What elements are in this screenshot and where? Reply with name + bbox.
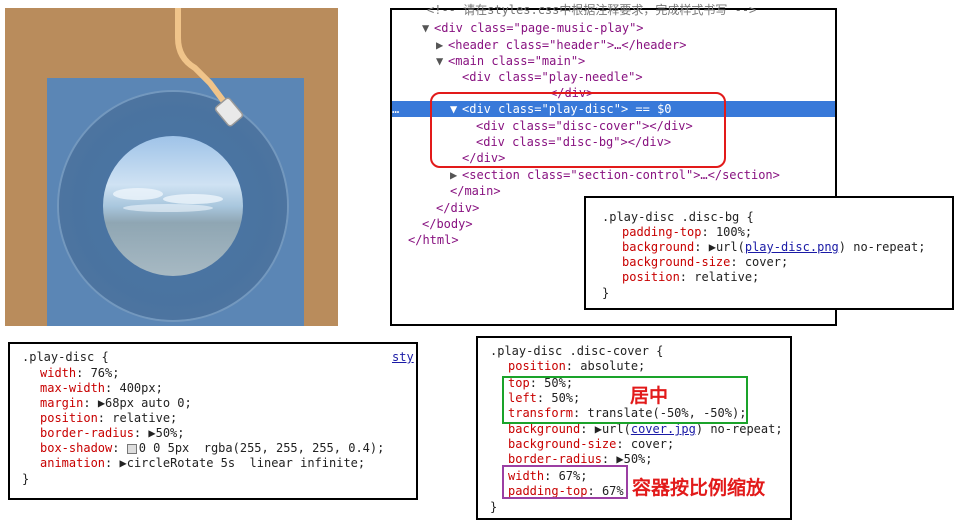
- expand-triangle-icon[interactable]: ▶: [98, 396, 105, 410]
- css-prop-value: absolute;: [580, 359, 646, 373]
- dom-tag-text: </main>: [450, 184, 501, 198]
- center-annotation-box: [502, 376, 748, 424]
- css-prop-line[interactable]: background: ▶url(play-disc.png) no-repea…: [622, 240, 925, 255]
- css-rule-disc-bg: .play-disc .disc-bg { padding-top: 100%;…: [584, 196, 954, 310]
- css-prop-name: background-size: [508, 437, 617, 451]
- css-url-link[interactable]: cover.jpg: [631, 422, 696, 436]
- disc-cover-image: [103, 136, 243, 276]
- css-prop-value: 100%;: [715, 225, 753, 239]
- dom-node-main[interactable]: ▼ <main class="main">: [436, 53, 879, 69]
- music-player-preview: [5, 8, 338, 326]
- expand-triangle-icon[interactable]: ▶: [616, 452, 623, 466]
- red-highlight-box: [430, 92, 726, 168]
- css-prop-value: cover;: [630, 437, 675, 451]
- stylesheet-source-link[interactable]: sty: [392, 350, 414, 365]
- css-prop-name: background: [508, 422, 581, 436]
- css-prop-value: 400px;: [119, 381, 163, 395]
- dom-tag-text: <main class="main">: [448, 54, 586, 68]
- css-prop-value: relative;: [112, 411, 178, 425]
- css-prop-line[interactable]: margin: ▶68px auto 0;: [40, 396, 192, 411]
- css-url-link[interactable]: play-disc.png: [745, 240, 839, 254]
- dom-tag-text: </html>: [408, 233, 459, 247]
- css-close-brace: }: [602, 286, 610, 300]
- css-prop-line[interactable]: background-size: cover;: [508, 437, 674, 452]
- expand-triangle-icon[interactable]: ▶: [119, 456, 126, 470]
- css-prop-name: max-width: [40, 381, 106, 395]
- dom-tag-text: <header class="header">…</header>: [448, 38, 687, 52]
- css-prop-line[interactable]: padding-top: 100%;: [622, 225, 752, 240]
- css-prop-name: background: [622, 240, 695, 254]
- css-prop-line[interactable]: max-width: 400px;: [40, 381, 163, 396]
- expand-triangle-icon[interactable]: ▶: [709, 240, 716, 254]
- shadow-editor-icon[interactable]: [126, 443, 137, 454]
- css-prop-name: position: [622, 270, 680, 284]
- css-prop-name: border-radius: [508, 452, 602, 466]
- comment-line: <!-- 请在styles.css中根据注释要求，完成样式书写 -->: [427, 3, 757, 17]
- css-prop-value: 0 0 5px rgba(255, 255, 255, 0.4);: [138, 441, 385, 455]
- center-annotation-label: 居中: [630, 385, 669, 407]
- css-prop-line[interactable]: position: relative;: [40, 411, 177, 426]
- css-prop-value: ) no-repeat;: [695, 422, 783, 436]
- css-close-brace: }: [22, 472, 30, 486]
- css-prop-name: border-radius: [40, 426, 134, 440]
- dom-node-play-needle[interactable]: <div class="play-needle">: [462, 69, 905, 85]
- css-prop-line[interactable]: width: 76%;: [40, 366, 119, 381]
- css-prop-name: position: [508, 359, 566, 373]
- css-prop-name: margin: [40, 396, 84, 410]
- css-prop-value: 76%;: [90, 366, 120, 380]
- expand-triangle-icon[interactable]: ▶: [148, 426, 155, 440]
- dom-node-header[interactable]: ▶ <header class="header">…</header>: [436, 37, 879, 53]
- scale-annotation-label: 容器按比例缩放: [632, 477, 766, 499]
- css-prop-name: background-size: [622, 255, 731, 269]
- css-prop-line[interactable]: border-radius: ▶50%;: [40, 426, 185, 441]
- css-prop-line[interactable]: animation: ▶circleRotate 5s linear infin…: [40, 456, 365, 471]
- dom-node-section-control[interactable]: ▶ <section class="section-control">…</sec…: [450, 167, 893, 183]
- expand-triangle-icon[interactable]: ▶: [595, 422, 602, 436]
- css-selector: .play-disc {: [22, 350, 109, 364]
- css-prop-value: circleRotate 5s linear infinite;: [126, 456, 366, 470]
- css-prop-line[interactable]: position: absolute;: [508, 359, 645, 374]
- css-selector: .play-disc .disc-bg {: [602, 210, 754, 224]
- dom-tag-text: <div class="play-needle">: [462, 70, 643, 84]
- css-prop-value: 50%;: [155, 426, 185, 440]
- dom-tag-text: <section class="section-control">…</sect…: [462, 168, 780, 182]
- dom-node-page-music-play[interactable]: ▼ <div class="page-music-play">: [422, 20, 865, 36]
- css-prop-value: url(: [715, 240, 745, 254]
- css-prop-line[interactable]: background-size: cover;: [622, 255, 788, 270]
- css-close-brace: }: [490, 500, 498, 514]
- dom-tag-text: <div class="page-music-play">: [434, 21, 644, 35]
- css-prop-name: box-shadow: [40, 441, 113, 455]
- css-prop-line[interactable]: position: relative;: [622, 270, 759, 285]
- css-prop-value: 50%;: [623, 452, 653, 466]
- dom-tag-text: </div>: [436, 201, 480, 215]
- css-prop-value: url(: [601, 422, 631, 436]
- css-selector: .play-disc .disc-cover {: [490, 344, 664, 358]
- css-rule-play-disc: .play-disc { sty width: 76%; max-width: …: [8, 342, 418, 500]
- css-prop-name: animation: [40, 456, 106, 470]
- css-prop-line[interactable]: background: ▶url(cover.jpg) no-repeat;: [508, 422, 783, 437]
- css-prop-value: relative;: [694, 270, 760, 284]
- css-prop-value: ) no-repeat;: [838, 240, 926, 254]
- css-prop-value: 68px auto 0;: [105, 396, 192, 410]
- play-needle-icon: [175, 8, 244, 127]
- css-prop-line[interactable]: box-shadow: 0 0 5px rgba(255, 255, 255, …: [40, 441, 384, 456]
- dom-tag-text: </body>: [422, 217, 473, 231]
- css-prop-name: padding-top: [622, 225, 702, 239]
- css-prop-name: width: [40, 366, 77, 380]
- css-prop-name: position: [40, 411, 98, 425]
- scale-annotation-box: [502, 465, 628, 499]
- css-prop-value: cover;: [744, 255, 789, 269]
